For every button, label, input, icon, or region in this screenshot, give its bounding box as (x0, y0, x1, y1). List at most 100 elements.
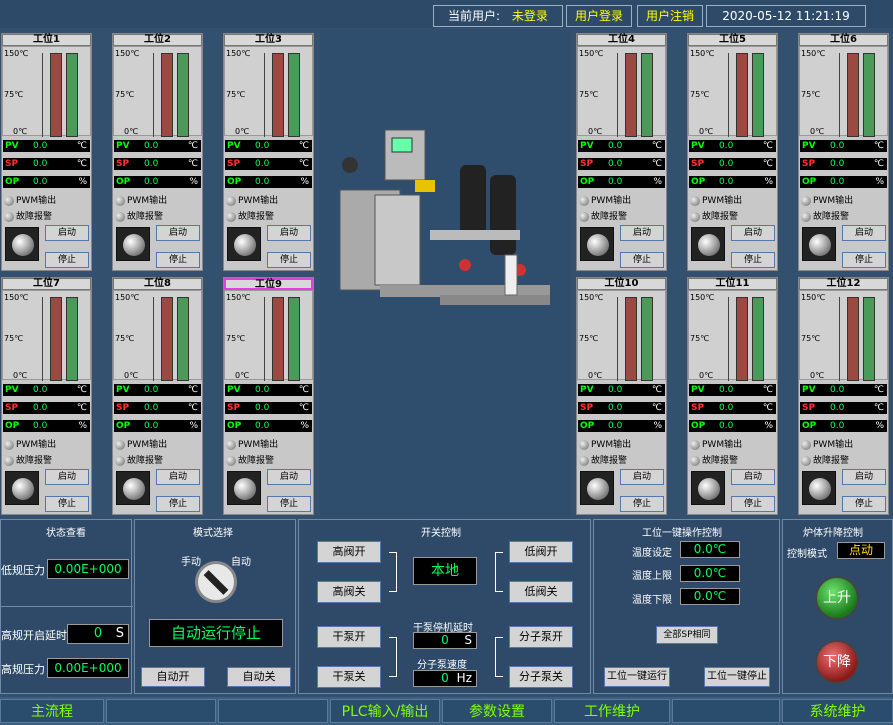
dry-pump-open-button[interactable]: 干泵开 (317, 626, 381, 648)
station-control-title: 工位一键操作控制 (642, 528, 722, 539)
run-all-button[interactable]: 工位一键运行 (604, 667, 670, 687)
pwm-label: PWM输出 (238, 440, 279, 450)
station-title[interactable]: 工位12 (799, 278, 888, 290)
start-button[interactable]: 启动 (156, 469, 200, 485)
station-title[interactable]: 工位11 (688, 278, 777, 290)
pv-row: PV 0.0 ℃ (578, 140, 665, 152)
op-label: OP (116, 421, 131, 431)
stop-button[interactable]: 停止 (156, 496, 200, 512)
low-valve-open-button[interactable]: 低阀开 (509, 541, 573, 563)
sp-row[interactable]: SP 0.0 ℃ (800, 158, 887, 170)
stop-button[interactable]: 停止 (620, 252, 664, 268)
tab-system-maintenance[interactable]: 系统维护 (782, 699, 893, 723)
station-title[interactable]: 工位6 (799, 34, 888, 46)
logout-button[interactable]: 用户注销 (637, 5, 703, 27)
stop-button[interactable]: 停止 (267, 496, 311, 512)
stop-button[interactable]: 停止 (731, 496, 775, 512)
temp-set-value[interactable]: 0.0℃ (680, 541, 740, 558)
stop-button[interactable]: 停止 (156, 252, 200, 268)
gauge-tick-min: 0℃ (810, 371, 825, 380)
stop-button[interactable]: 停止 (731, 252, 775, 268)
sp-row[interactable]: SP 0.0 ℃ (114, 158, 201, 170)
pv-unit: ℃ (187, 141, 198, 151)
mode-selector-knob[interactable] (195, 561, 237, 603)
start-button[interactable]: 启动 (731, 469, 775, 485)
start-button[interactable]: 启动 (620, 469, 664, 485)
tab-empty-2[interactable] (218, 699, 328, 723)
stop-all-button[interactable]: 工位一键停止 (704, 667, 770, 687)
station-title[interactable]: 工位5 (688, 34, 777, 46)
auto-on-button[interactable]: 自动开 (141, 667, 205, 687)
start-button[interactable]: 启动 (45, 469, 89, 485)
station-title[interactable]: 工位4 (577, 34, 666, 46)
start-button[interactable]: 启动 (45, 225, 89, 241)
sp-row[interactable]: SP 0.0 ℃ (225, 402, 312, 414)
tab-plc-io[interactable]: PLC输入/输出 (330, 699, 440, 723)
all-sp-same-button[interactable]: 全部SP相同 (656, 626, 718, 644)
sp-row[interactable]: SP 0.0 ℃ (114, 402, 201, 414)
start-button[interactable]: 启动 (620, 225, 664, 241)
start-button[interactable]: 启动 (842, 225, 886, 241)
sp-row[interactable]: SP 0.0 ℃ (689, 402, 776, 414)
station-title[interactable]: 工位1 (2, 34, 91, 46)
mol-pump-close-button[interactable]: 分子泵关 (509, 666, 573, 688)
start-button[interactable]: 启动 (267, 469, 311, 485)
sp-row[interactable]: SP 0.0 ℃ (800, 402, 887, 414)
station-widget: 工位4 150℃ 75℃ 0℃ PV 0.0 ℃ SP 0.0 ℃ OP 0.0… (576, 33, 667, 271)
tab-work-maintenance[interactable]: 工作维护 (554, 699, 670, 723)
mol-speed-label: 分子泵速度 (417, 660, 467, 671)
high-valve-close-button[interactable]: 高阀关 (317, 581, 381, 603)
station-title[interactable]: 工位9 (224, 278, 313, 290)
tab-main-flow[interactable]: 主流程 (0, 699, 104, 723)
vacuum-pump-illustration (339, 129, 550, 305)
stop-button[interactable]: 停止 (45, 252, 89, 268)
station-title[interactable]: 工位3 (224, 34, 313, 46)
low-valve-close-button[interactable]: 低阀关 (509, 581, 573, 603)
tab-param-settings[interactable]: 参数设置 (442, 699, 552, 723)
station-title[interactable]: 工位10 (577, 278, 666, 290)
gauge-tick-mid: 75℃ (690, 334, 710, 343)
stop-button[interactable]: 停止 (267, 252, 311, 268)
gauge-axis (728, 297, 729, 381)
start-button[interactable]: 启动 (267, 225, 311, 241)
fault-lamp-icon (226, 211, 236, 222)
mol-pump-open-button[interactable]: 分子泵开 (509, 626, 573, 648)
login-button[interactable]: 用户登录 (566, 5, 632, 27)
station-title[interactable]: 工位8 (113, 278, 202, 290)
gauge-axis (42, 297, 43, 381)
stop-button[interactable]: 停止 (842, 252, 886, 268)
sp-row[interactable]: SP 0.0 ℃ (3, 402, 90, 414)
status-ball-icon (123, 234, 145, 256)
sp-row[interactable]: SP 0.0 ℃ (225, 158, 312, 170)
dry-pump-close-button[interactable]: 干泵关 (317, 666, 381, 688)
stop-button[interactable]: 停止 (45, 496, 89, 512)
top-bar: 当前用户: 未登录 用户登录 用户注销 2020-05-12 11:21:19 (0, 0, 893, 28)
tab-empty-3[interactable] (672, 699, 780, 723)
pv-bar (625, 297, 637, 381)
gauge-tick-mid: 75℃ (579, 90, 599, 99)
lift-down-button[interactable]: 下降 (815, 640, 859, 684)
temp-lower-value[interactable]: 0.0℃ (680, 588, 740, 605)
lift-up-button[interactable]: 上升 (815, 576, 859, 620)
fault-indicator: 故障报警 (115, 209, 163, 222)
auto-off-button[interactable]: 自动关 (227, 667, 291, 687)
sp-row[interactable]: SP 0.0 ℃ (3, 158, 90, 170)
sp-row[interactable]: SP 0.0 ℃ (578, 402, 665, 414)
high-valve-open-button[interactable]: 高阀开 (317, 541, 381, 563)
control-mode-value[interactable]: 点动 (837, 542, 885, 559)
stop-button[interactable]: 停止 (620, 496, 664, 512)
start-button[interactable]: 启动 (156, 225, 200, 241)
start-button[interactable]: 启动 (842, 469, 886, 485)
op-value: 0.0 (255, 421, 270, 431)
start-button[interactable]: 启动 (731, 225, 775, 241)
station-title[interactable]: 工位2 (113, 34, 202, 46)
tab-empty-1[interactable] (106, 699, 216, 723)
sp-row[interactable]: SP 0.0 ℃ (689, 158, 776, 170)
high-open-delay-display: 0 S (67, 624, 129, 644)
temp-upper-value[interactable]: 0.0℃ (680, 565, 740, 582)
station-title[interactable]: 工位7 (2, 278, 91, 290)
stop-button[interactable]: 停止 (842, 496, 886, 512)
pwm-label: PWM输出 (591, 196, 632, 206)
sp-row[interactable]: SP 0.0 ℃ (578, 158, 665, 170)
gauge-tick-min: 0℃ (235, 371, 250, 380)
